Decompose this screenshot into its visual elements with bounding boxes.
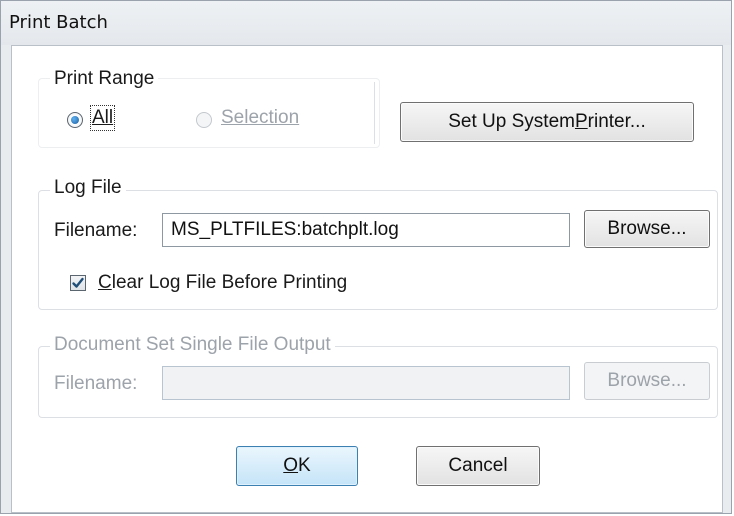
doc-filename-label: Filename: (54, 373, 138, 394)
radio-all-label[interactable]: All (89, 105, 116, 131)
window-title: Print Batch (9, 12, 108, 33)
clear-log-label[interactable]: Clear Log File Before Printing (98, 272, 347, 294)
cancel-button[interactable]: Cancel (416, 446, 540, 486)
radio-selection-label[interactable]: Selection (221, 107, 299, 129)
set-up-system-printer-button[interactable]: Set Up System Printer... (400, 102, 694, 142)
dialog-body: Print Range All Selection Set Up System … (11, 45, 723, 513)
doc-browse-button[interactable]: Browse... (584, 362, 710, 400)
clear-log-checkbox[interactable] (70, 275, 86, 291)
radio-selected-dot (71, 116, 79, 124)
log-filename-label: Filename: (54, 220, 138, 241)
separator (374, 82, 375, 144)
ok-button[interactable]: OK (236, 446, 358, 486)
log-browse-button[interactable]: Browse... (584, 210, 710, 248)
checkmark-icon (72, 277, 84, 288)
print-batch-dialog: Print Batch Print Range All Selection Se… (0, 0, 732, 514)
radio-all[interactable] (67, 112, 83, 128)
log-filename-input[interactable]: MS_PLTFILES:batchplt.log (162, 213, 570, 247)
log-file-label: Log File (50, 177, 126, 199)
radio-selection[interactable] (196, 112, 212, 128)
title-bar[interactable]: Print Batch (1, 1, 731, 45)
doc-set-label: Document Set Single File Output (50, 334, 335, 356)
doc-filename-input[interactable] (162, 366, 570, 400)
print-range-label: Print Range (50, 68, 159, 90)
